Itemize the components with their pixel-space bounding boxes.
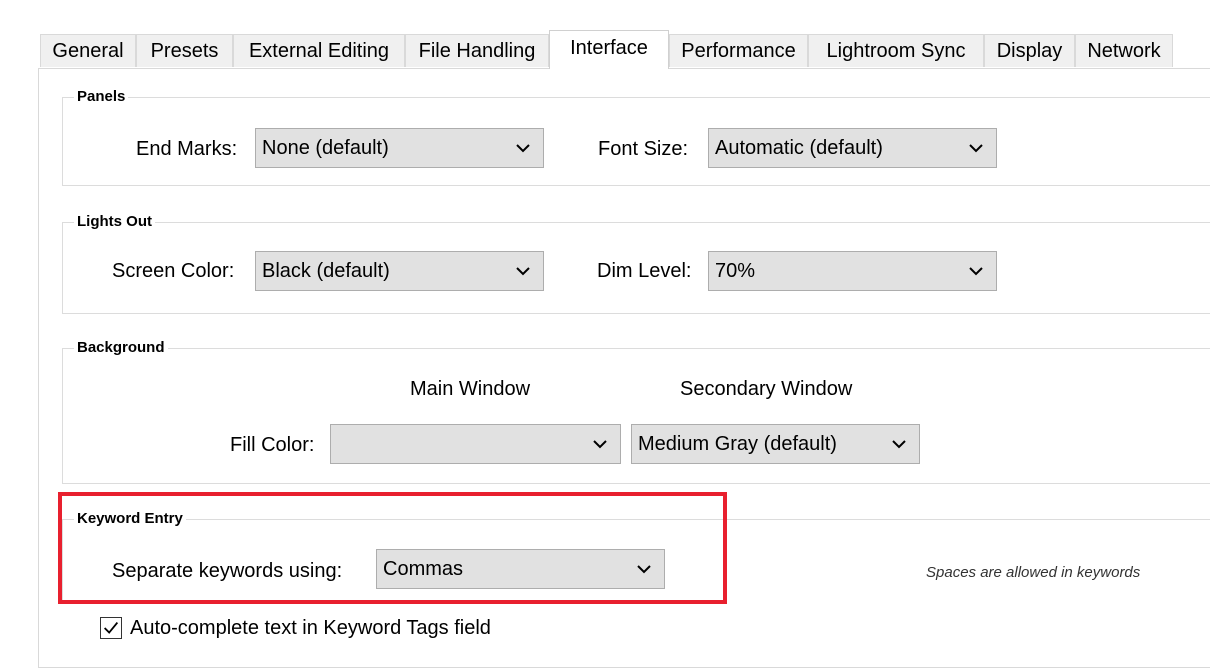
tab-file-handling[interactable]: File Handling <box>405 34 549 67</box>
tab-presets[interactable]: Presets <box>136 34 233 67</box>
secondary-window-fill-value: Medium Gray (default) <box>638 433 837 455</box>
spaces-allowed-note: Spaces are allowed in keywords <box>926 564 1141 581</box>
secondary-window-fill-dropdown[interactable]: Medium Gray (default) <box>631 424 920 464</box>
tab-general[interactable]: General <box>40 34 136 67</box>
chevron-down-icon <box>969 267 983 276</box>
lights-out-group-title: Lights Out <box>74 213 155 230</box>
tab-external-editing[interactable]: External Editing <box>233 34 405 67</box>
tab-performance[interactable]: Performance <box>669 34 808 67</box>
autocomplete-checkbox[interactable] <box>100 617 122 639</box>
main-window-fill-dropdown[interactable] <box>330 424 621 464</box>
secondary-window-header: Secondary Window <box>680 378 853 400</box>
chevron-down-icon <box>516 267 530 276</box>
dim-level-label: Dim Level: <box>597 260 692 282</box>
chevron-down-icon <box>892 440 906 449</box>
chevron-down-icon <box>593 440 607 449</box>
fill-color-label: Fill Color: <box>230 434 315 456</box>
chevron-down-icon <box>516 144 530 153</box>
screen-color-dropdown[interactable]: Black (default) <box>255 251 544 291</box>
dim-level-value: 70% <box>715 260 756 282</box>
font-size-dropdown[interactable]: Automatic (default) <box>708 128 997 168</box>
background-group-title: Background <box>74 339 168 356</box>
font-size-label: Font Size: <box>598 138 689 160</box>
highlight-box <box>58 492 727 604</box>
tab-display[interactable]: Display <box>984 34 1075 67</box>
chevron-down-icon <box>969 144 983 153</box>
end-marks-label: End Marks: <box>136 138 238 160</box>
tab-lightroom-sync[interactable]: Lightroom Sync <box>808 34 984 67</box>
screen-color-label: Screen Color: <box>112 260 235 282</box>
end-marks-dropdown[interactable]: None (default) <box>255 128 544 168</box>
panels-group-title: Panels <box>74 88 129 105</box>
end-marks-value: None (default) <box>262 137 389 159</box>
checkmark-icon <box>103 621 119 634</box>
main-window-header: Main Window <box>410 378 531 400</box>
autocomplete-label: Auto-complete text in Keyword Tags field <box>130 617 491 639</box>
screen-color-value: Black (default) <box>262 260 390 282</box>
tab-interface[interactable]: Interface <box>549 30 669 69</box>
font-size-value: Automatic (default) <box>715 137 883 159</box>
tab-network[interactable]: Network <box>1075 34 1173 67</box>
dim-level-dropdown[interactable]: 70% <box>708 251 997 291</box>
